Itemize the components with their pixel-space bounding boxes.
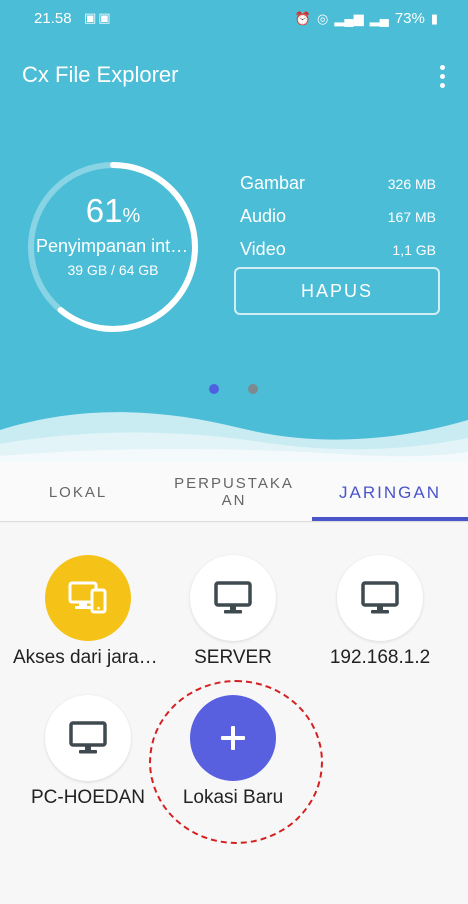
- tab-bar: LOKAL PERPUSTAKA AN JARINGAN: [0, 462, 468, 522]
- monitor-icon: [45, 695, 131, 781]
- location-pc-hoedan[interactable]: PC-HOEDAN: [13, 695, 163, 809]
- stat-row-images: Gambar 326 MB: [240, 167, 436, 200]
- storage-label: Penyimpanan internal: [36, 236, 190, 256]
- stat-row-audio: Audio 167 MB: [240, 200, 436, 233]
- page-indicator-active[interactable]: [209, 384, 219, 394]
- monitor-icon: [190, 555, 276, 641]
- storage-percent: 61%: [85, 192, 141, 229]
- hotspot-icon: ◎: [317, 10, 329, 26]
- plus-icon: [190, 695, 276, 781]
- more-vert-icon: [439, 64, 445, 70]
- new-location-button[interactable]: Lokasi Baru: [158, 695, 308, 809]
- overflow-menu-button[interactable]: [432, 62, 452, 90]
- location-name: Akses dari jarak jauh: [13, 647, 163, 668]
- signal-icon-2: ▂▄: [369, 10, 389, 26]
- tab-jaringan[interactable]: JARINGAN: [312, 462, 468, 522]
- stat-name: Video: [240, 239, 286, 259]
- stat-name: Audio: [240, 206, 287, 226]
- storage-header: 21.58 ▣▣ ⏰ ◎ ▂▄▆ ▂▄ 73% ▮ Cx File Explor…: [0, 0, 468, 462]
- remote-devices-icon: [45, 555, 131, 641]
- storage-summary[interactable]: 61% Penyimpanan internal 39 GB / 64 GB: [24, 158, 202, 336]
- app-title: Cx File Explorer: [22, 62, 179, 87]
- monitor-icon: [337, 555, 423, 641]
- network-locations: Akses dari jarak jauh SERVER 192.168.1.2: [0, 523, 468, 904]
- location-name: PC-HOEDAN: [30, 787, 145, 808]
- stat-value: 167 MB: [387, 208, 436, 225]
- tab-perpustakaan-label: PERPUSTAKA AN: [174, 475, 294, 509]
- stat-value: 326 MB: [387, 175, 436, 192]
- tab-lokal[interactable]: LOKAL: [0, 462, 156, 522]
- stat-name: Gambar: [240, 173, 306, 193]
- alarm-icon: ⏰: [294, 10, 312, 26]
- status-time: 21.58: [34, 10, 72, 27]
- battery-icon: ▮: [430, 10, 438, 26]
- hapus-button[interactable]: HAPUS: [234, 267, 440, 315]
- storage-usage: 39 GB / 64 GB: [67, 262, 159, 278]
- location-name: Lokasi Baru: [182, 787, 284, 808]
- location-name: SERVER: [194, 647, 272, 668]
- status-right: ⏰ ◎ ▂▄▆ ▂▄ 73% ▮: [295, 10, 438, 27]
- decorative-waves: [0, 412, 468, 462]
- location-name: 192.168.1.2: [329, 647, 431, 668]
- battery-level: 73%: [394, 10, 425, 27]
- location-remote-access[interactable]: Akses dari jarak jauh: [13, 555, 163, 669]
- location-ip[interactable]: 192.168.1.2: [305, 555, 455, 669]
- status-bar: 21.58 ▣▣ ⏰ ◎ ▂▄▆ ▂▄ 73% ▮: [0, 0, 468, 38]
- active-tab-indicator: [312, 517, 468, 521]
- signal-icon: ▂▄▆: [334, 10, 364, 26]
- tab-perpustakaan[interactable]: PERPUSTAKA AN: [156, 462, 312, 522]
- location-server[interactable]: SERVER: [158, 555, 308, 669]
- notification-icons: ▣▣: [84, 10, 113, 25]
- page-indicator-inactive[interactable]: [248, 384, 258, 394]
- stat-value: 1,1 GB: [392, 241, 436, 258]
- storage-stats: Gambar 326 MB Audio 167 MB Video 1,1 GB: [240, 167, 436, 266]
- stat-row-video: Video 1,1 GB: [240, 233, 436, 266]
